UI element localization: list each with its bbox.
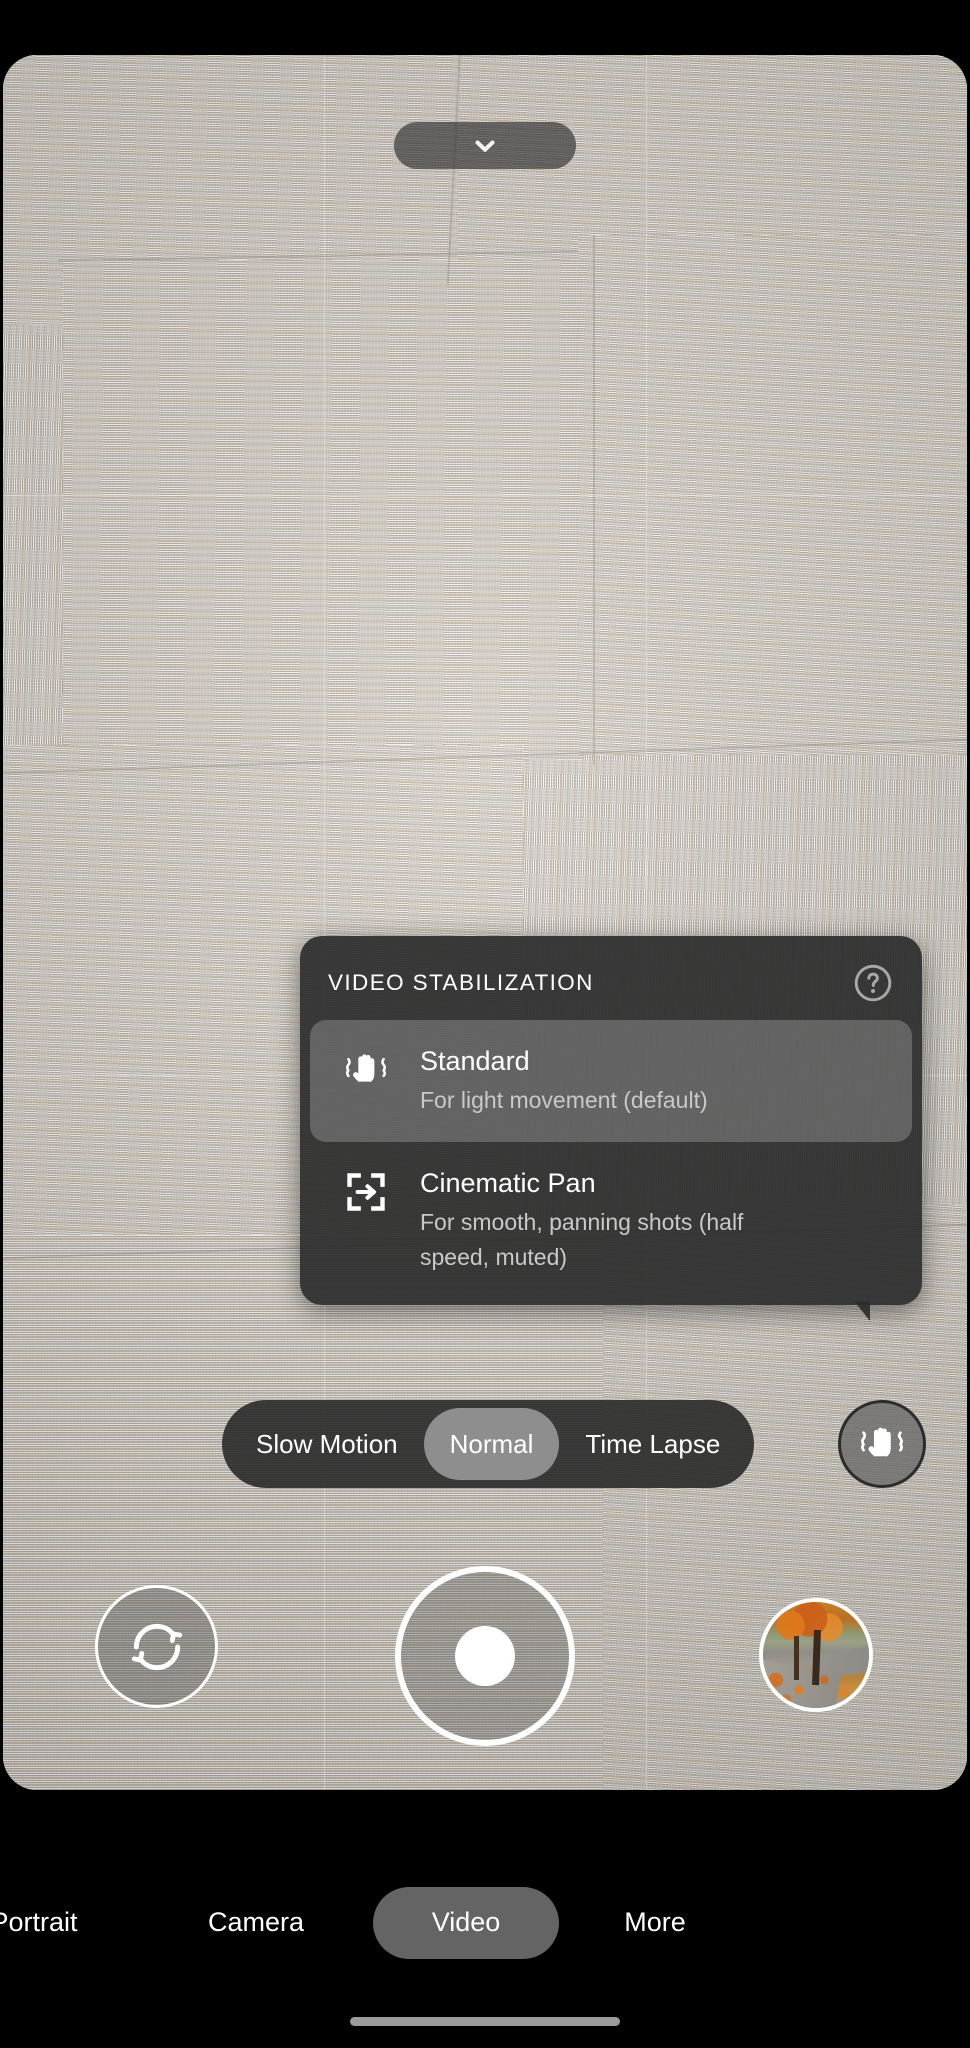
mode-time-lapse[interactable]: Time Lapse xyxy=(559,1408,746,1480)
option-description: For smooth, panning shots (half speed, m… xyxy=(420,1209,744,1270)
option-text-block: Standard For light movement (default) xyxy=(420,1044,886,1118)
collapse-top-controls-button[interactable] xyxy=(394,122,576,169)
dialog-title: VIDEO STABILIZATION xyxy=(328,970,594,995)
option-text-block: Cinematic Pan For smooth, panning shots … xyxy=(420,1166,886,1275)
gallery-thumbnail-button[interactable] xyxy=(759,1598,873,1712)
option-title: Standard xyxy=(420,1046,530,1076)
stabilization-toggle-button[interactable] xyxy=(838,1400,926,1488)
tab-camera[interactable]: Camera xyxy=(161,1887,351,1959)
record-button-icon xyxy=(455,1626,515,1686)
capture-controls-row xyxy=(0,1566,970,1746)
stabilization-option-cinematic-pan[interactable]: Cinematic Pan For smooth, panning shots … xyxy=(310,1142,912,1299)
mode-slow-motion[interactable]: Slow Motion xyxy=(230,1408,424,1480)
gesture-nav-pill[interactable] xyxy=(350,2017,620,2026)
help-circle-icon[interactable] xyxy=(852,962,894,1004)
mode-normal[interactable]: Normal xyxy=(423,1408,560,1480)
grid-line-horizontal xyxy=(3,495,967,496)
viewfinder-vignette xyxy=(3,55,967,1790)
hand-shake-stabilization-icon xyxy=(344,1044,392,1092)
stabilization-option-standard[interactable]: Standard For light movement (default) xyxy=(310,1020,912,1142)
chevron-down-icon xyxy=(475,140,495,152)
video-stabilization-dialog: VIDEO STABILIZATION Standard For light m… xyxy=(300,936,922,1321)
cinematic-pan-icon xyxy=(344,1166,392,1214)
camera-flip-button[interactable] xyxy=(95,1585,218,1708)
video-speed-mode-strip: Slow Motion Normal Time Lapse xyxy=(222,1400,755,1488)
dialog-pointer-tail xyxy=(854,1301,870,1321)
grid-line-vertical xyxy=(646,55,647,1790)
gallery-thumbnail xyxy=(763,1602,869,1708)
thumbnail-fallen-leaves xyxy=(763,1667,869,1708)
tab-portrait[interactable]: Portrait xyxy=(0,1887,123,1959)
tab-more[interactable]: More xyxy=(575,1887,735,1959)
option-description: For light movement (default) xyxy=(420,1087,708,1113)
dialog-header: VIDEO STABILIZATION xyxy=(300,936,922,1020)
camera-flip-icon xyxy=(131,1623,182,1670)
record-shutter-button[interactable] xyxy=(395,1566,575,1746)
tab-video[interactable]: Video xyxy=(373,1886,559,1959)
hand-shake-stabilization-icon xyxy=(861,1427,903,1457)
camera-viewfinder[interactable] xyxy=(3,55,967,1790)
option-title: Cinematic Pan xyxy=(420,1168,596,1198)
grid-line-vertical xyxy=(324,55,325,1790)
camera-mode-tabbar: Portrait Camera Video More xyxy=(0,1880,970,1965)
